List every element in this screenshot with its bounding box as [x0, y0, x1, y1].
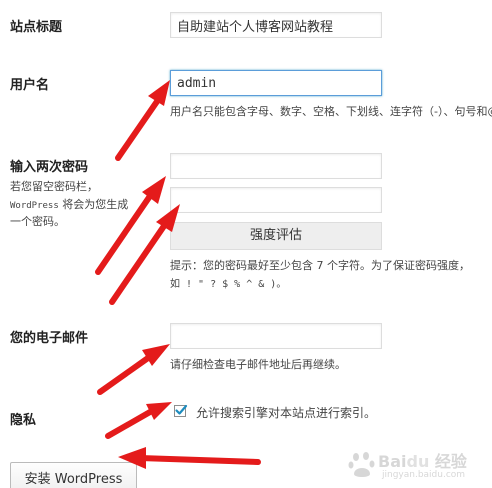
- checkmark-icon: [175, 404, 188, 415]
- password-hint-line1: 提示：您的密码最好至少包含 7 个字符。为了保证密码强度，: [170, 259, 470, 272]
- arrow-checkbox: [105, 409, 153, 439]
- password-help-line1: 若您留空密码栏，: [10, 180, 98, 193]
- password-help-line2-suffix: 将会为您生成: [58, 198, 129, 211]
- arrow-username: [115, 97, 161, 161]
- arrow-install: [137, 455, 261, 465]
- install-wordpress-button[interactable]: 安装 WordPress: [10, 462, 137, 488]
- search-engine-checkbox[interactable]: [174, 404, 188, 417]
- username-input[interactable]: [170, 70, 382, 96]
- arrow-head-username: [148, 80, 170, 106]
- username-label: 用户名: [10, 78, 50, 93]
- baidu-jingyan-watermark: Baidu 经验 jingyan.baidu.com: [348, 446, 480, 486]
- watermark-url: jingyan.baidu.com: [382, 470, 466, 480]
- wordpress-install-form: 站点标题 用户名 用户名只能包含字母、数字、空格、下划线、连字符（-）、句号和@…: [0, 0, 492, 488]
- email-label: 您的电子邮件: [10, 331, 89, 346]
- password-help-line3: 一个密码。: [10, 215, 65, 228]
- arrow-head-checkbox: [146, 402, 172, 420]
- paw-logo-icon: [348, 452, 375, 477]
- password-hint-line2: 如 ! " ? $ % ^ & )。: [170, 279, 287, 290]
- arrow-head-email: [142, 344, 170, 366]
- email-description: 请仔细检查电子邮件地址后再继续。: [170, 358, 346, 371]
- username-description: 用户名只能包含字母、数字、空格、下划线、连字符（-）、句号和@符号。: [170, 105, 492, 118]
- arrow-head-password-1: [142, 176, 166, 204]
- search-engine-checkbox-label[interactable]: 允许搜索引擎对本站点进行索引。: [196, 404, 376, 421]
- site-title-label: 站点标题: [10, 20, 63, 35]
- email-input[interactable]: [170, 323, 382, 349]
- arrow-password-2: [109, 223, 167, 305]
- password-strength-indicator: 强度评估: [170, 222, 382, 250]
- wordpress-word: WordPress: [10, 201, 59, 211]
- password-input-1[interactable]: [170, 153, 382, 179]
- password-help-line2: WordPress 将会为您生成: [10, 196, 128, 212]
- password-input-2[interactable]: [170, 187, 382, 213]
- password-label: 输入两次密码: [10, 160, 89, 175]
- arrow-email: [97, 355, 151, 395]
- watermark-text: Baidu 经验: [378, 452, 467, 471]
- site-title-input[interactable]: [170, 12, 382, 38]
- privacy-label: 隐私: [10, 413, 37, 428]
